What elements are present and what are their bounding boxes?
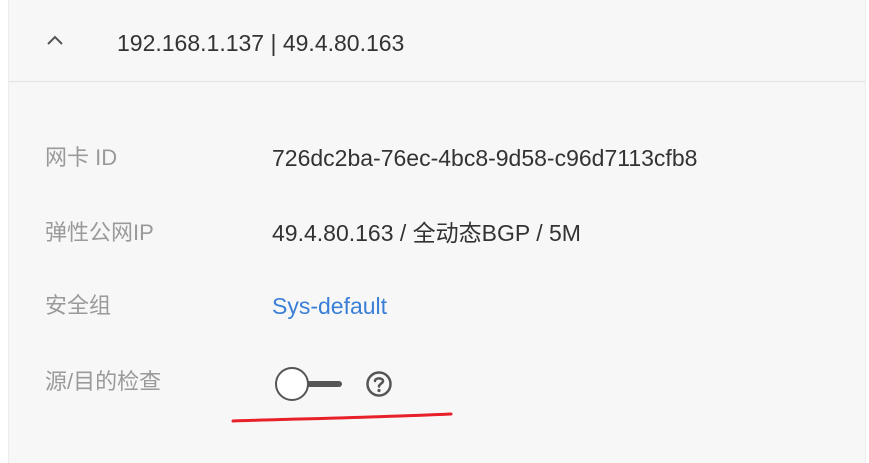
src-dst-check-label: 源/目的检查: [45, 369, 162, 394]
security-group-link[interactable]: Sys-default: [272, 291, 387, 321]
nic-id-label: 网卡 ID: [45, 145, 118, 170]
annotation-underline: [231, 412, 453, 423]
panel-title: 192.168.1.137 | 49.4.80.163: [117, 30, 405, 56]
nic-detail-panel: 192.168.1.137 | 49.4.80.163 网卡 ID 726dc2…: [8, 0, 866, 463]
nic-id-value: 726dc2ba-76ec-4bc8-9d58-c96d7113cfb8: [272, 145, 698, 171]
security-group-label: 安全组: [45, 293, 112, 318]
panel-header[interactable]: 192.168.1.137 | 49.4.80.163: [9, 0, 865, 82]
eip-value: 49.4.80.163 / 全动态BGP / 5M: [272, 220, 581, 246]
question-circle-icon[interactable]: [365, 370, 393, 398]
eip-label: 弹性公网IP: [45, 220, 154, 245]
src-dst-check-toggle[interactable]: [272, 365, 346, 403]
chevron-up-icon[interactable]: [45, 33, 65, 47]
